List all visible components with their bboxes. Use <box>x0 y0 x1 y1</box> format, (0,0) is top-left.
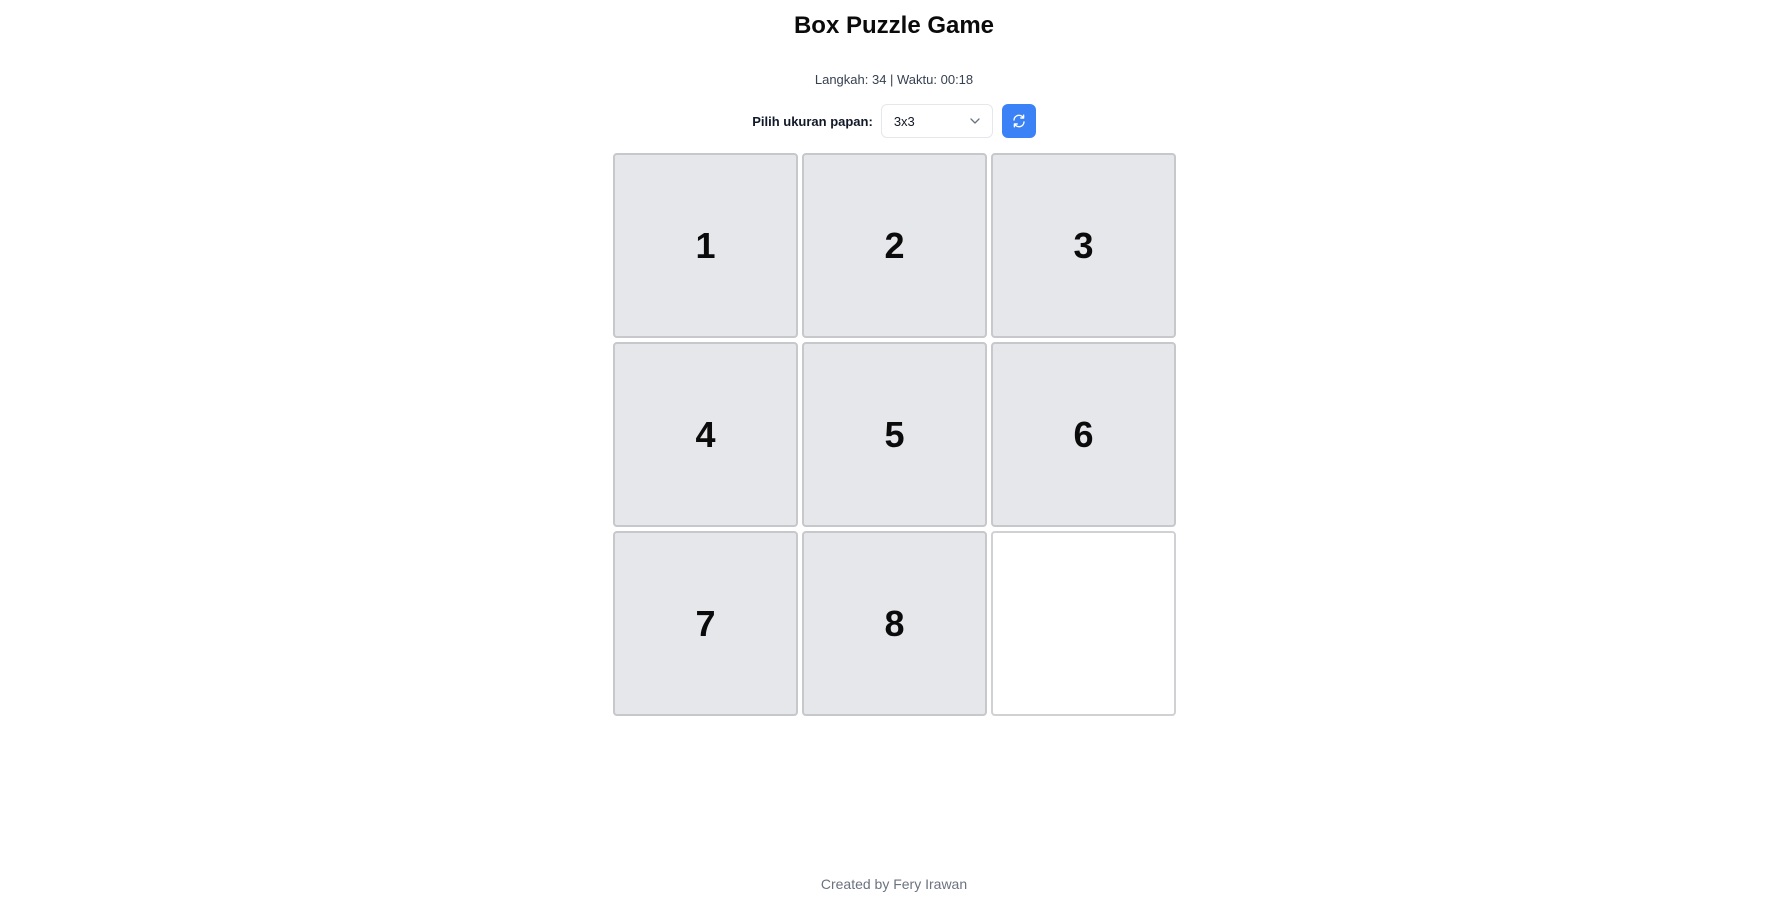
puzzle-tile[interactable]: 4 <box>613 342 798 527</box>
game-status: Langkah: 34 | Waktu: 00:18 <box>814 72 974 87</box>
puzzle-tile[interactable]: 8 <box>802 531 987 716</box>
board-size-value: 3x3 <box>893 113 915 129</box>
puzzle-tile[interactable]: 7 <box>613 531 798 716</box>
empty-tile[interactable] <box>991 531 1176 716</box>
footer-credit: Created by Fery Irawan <box>820 876 968 892</box>
refresh-button[interactable] <box>1001 104 1036 138</box>
refresh-icon <box>1013 114 1025 128</box>
puzzle-tile[interactable]: 2 <box>802 153 987 338</box>
board-size-select[interactable]: 3x3 <box>880 104 993 138</box>
board-controls: Pilih ukuran papan: 3x3 <box>0 104 1788 138</box>
page-title: Box Puzzle Game <box>793 12 995 39</box>
board-size-label: Pilih ukuran papan: <box>752 113 873 129</box>
puzzle-tile[interactable]: 5 <box>802 342 987 527</box>
game-page: Box Puzzle Game Langkah: 34 | Waktu: 00:… <box>0 0 1788 907</box>
puzzle-tile[interactable]: 3 <box>991 153 1176 338</box>
puzzle-tile[interactable]: 6 <box>991 342 1176 527</box>
puzzle-board: 123 456 78 <box>613 153 1177 717</box>
puzzle-tile[interactable]: 1 <box>613 153 798 338</box>
chevron-down-icon <box>970 118 980 124</box>
